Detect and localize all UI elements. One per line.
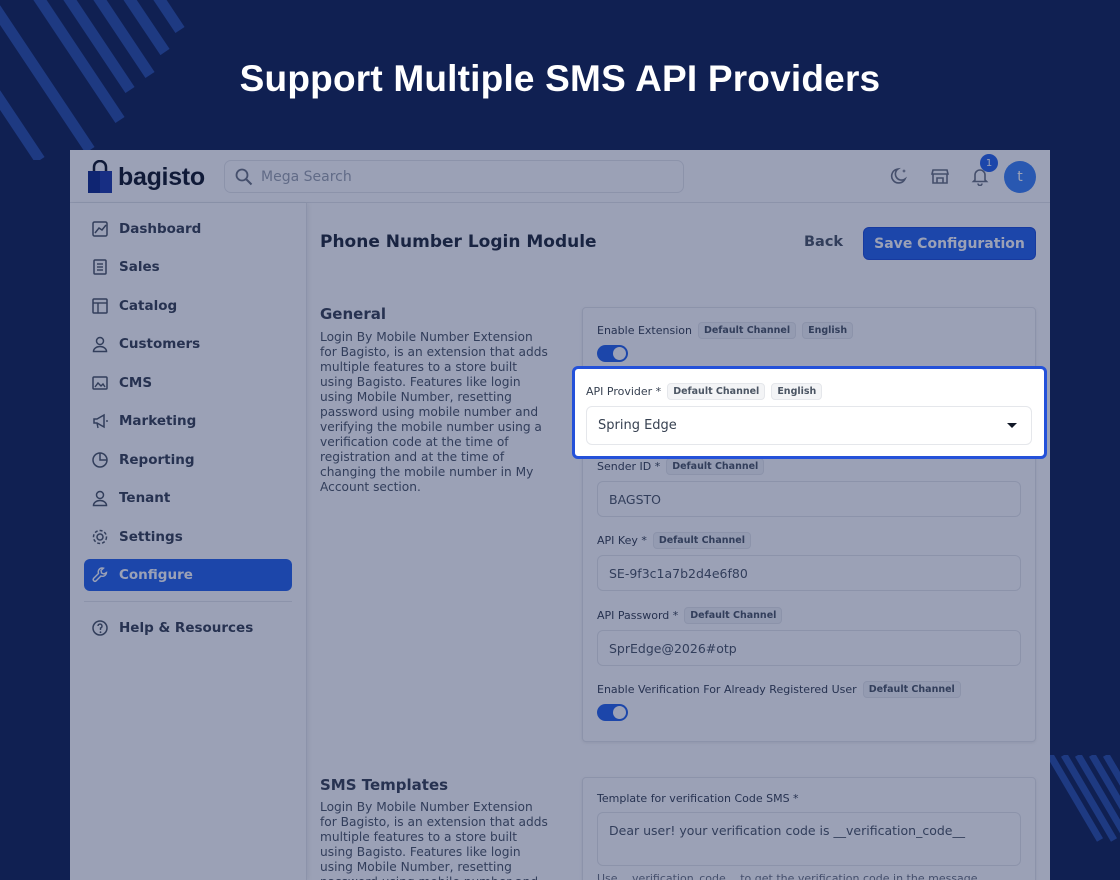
headline: Support Multiple SMS API Providers [239, 58, 881, 99]
dim-overlay [70, 150, 1050, 880]
app-window: bagisto Mega Search 1 t Dashboard Sales … [70, 150, 1050, 880]
api-provider-select[interactable]: Spring Edge [586, 406, 1032, 445]
default-channel-chip: Default Channel [667, 383, 766, 400]
api-provider-value: Spring Edge [598, 418, 677, 433]
decorative-stripes-bottom-right [1050, 755, 1120, 842]
chevron-down-icon [1007, 423, 1017, 428]
api-provider-highlight: API Provider * Default Channel English S… [572, 366, 1047, 459]
api-provider-label: API Provider * Default Channel English [586, 383, 823, 400]
english-chip: English [771, 383, 823, 400]
